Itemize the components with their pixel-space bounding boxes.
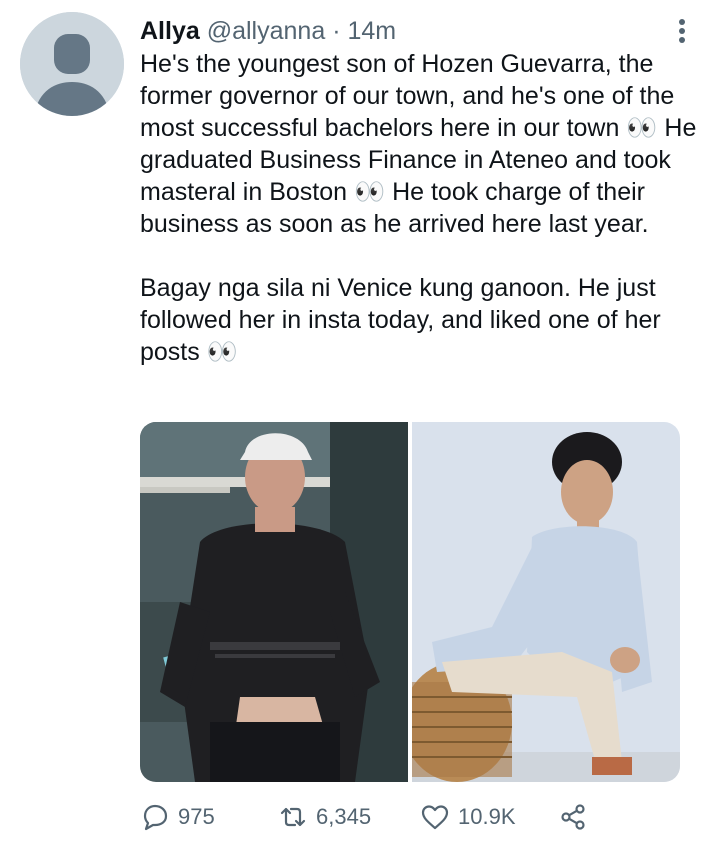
- like-count: 10.9K: [458, 804, 516, 829]
- photo-man-seated: [412, 422, 680, 782]
- retweet-button[interactable]: 6,345: [278, 802, 371, 832]
- more-vertical-icon: [679, 19, 685, 43]
- tweet-actions: 975 6,345 10.9K: [140, 800, 610, 834]
- retweet-icon: [280, 807, 306, 827]
- share-icon: [561, 804, 585, 830]
- tweet-media[interactable]: [140, 422, 680, 782]
- heart-icon: [421, 805, 449, 830]
- more-options-button[interactable]: [672, 16, 692, 46]
- author-name[interactable]: Allya: [140, 17, 200, 45]
- photo-right[interactable]: [412, 422, 680, 782]
- retweet-count: 6,345: [316, 804, 372, 829]
- separator-dot: ·: [332, 17, 341, 45]
- reply-button[interactable]: 975: [140, 802, 215, 832]
- tweet-text: He's the youngest son of Hozen Guevarra,…: [140, 50, 697, 366]
- share-button[interactable]: [558, 802, 588, 832]
- like-button[interactable]: 10.9K: [420, 802, 516, 832]
- author-handle[interactable]: @allyanna: [207, 17, 326, 45]
- comment-icon: [143, 804, 168, 831]
- default-avatar-icon: [20, 12, 124, 116]
- avatar[interactable]: [20, 12, 124, 116]
- tweet-header: Allya @allyanna · 14m: [140, 16, 396, 46]
- reply-count: 975: [178, 804, 215, 829]
- photo-man-on-boat: [140, 422, 408, 782]
- tweet-time[interactable]: 14m: [347, 17, 396, 45]
- photo-left[interactable]: [140, 422, 408, 782]
